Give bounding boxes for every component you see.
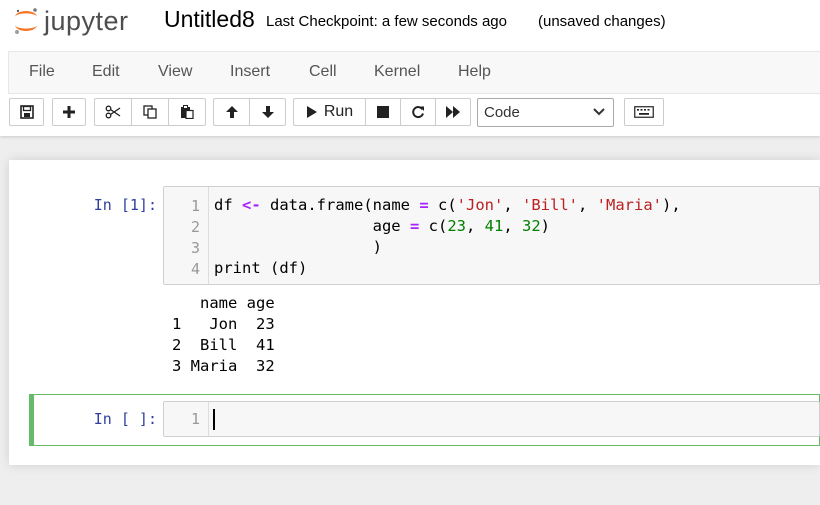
menu-edit[interactable]: Edit [92,52,120,93]
restart-button[interactable] [400,98,436,126]
run-all-button[interactable] [435,98,471,126]
run-button[interactable]: Run [293,98,366,126]
jupyter-logo-icon [15,8,37,34]
code-line: print (df) [214,259,308,277]
checkpoint-status: Last Checkpoint: a few seconds ago [266,13,507,30]
arrow-down-icon [261,106,274,118]
code-input-area[interactable]: 1 [163,401,820,437]
code-line: age = c(23, 41, 32) [214,217,551,235]
notebook-container: In [1]: 1 2 3 4 df <- data.frame(name = … [9,160,820,465]
menu-bar: File Edit View Insert Cell Kernel Help [8,51,820,94]
interrupt-button[interactable] [365,98,401,126]
paste-button[interactable] [168,98,206,126]
copy-button[interactable] [131,98,169,126]
move-up-button[interactable] [213,98,250,126]
menu-insert[interactable]: Insert [230,52,270,93]
text-cursor [213,409,215,430]
save-button[interactable] [9,98,44,126]
jupyter-logo[interactable]: jupyter [12,6,129,36]
output-line: 2 Bill 41 [172,336,275,354]
fast-forward-icon [446,106,460,118]
play-icon [306,106,317,118]
output-line: name age [172,294,275,312]
line-number-gutter: 1 [164,402,209,436]
stop-icon [377,106,389,118]
move-down-button[interactable] [249,98,286,126]
code-input-area[interactable]: 1 2 3 4 df <- data.frame(name = c('Jon',… [163,186,820,285]
menu-file[interactable]: File [29,52,55,93]
run-label: Run [323,103,354,120]
line-number: 2 [190,218,200,236]
save-icon [19,105,34,119]
command-palette-button[interactable] [624,98,664,126]
cell-type-select[interactable]: Code [477,98,614,127]
code-line: ) [214,238,382,256]
menu-help[interactable]: Help [458,52,491,93]
output-line: 1 Jon 23 [172,315,275,333]
toolbar: Run [0,96,820,130]
notebook-name[interactable]: Untitled8 [164,6,255,33]
cell-type-value: Code [484,104,520,121]
insert-cell-button[interactable] [52,98,86,126]
active-code-cell[interactable]: In [ ]: 1 [29,394,820,446]
paste-icon [181,105,194,119]
notebook-header: jupyter Untitled8 Last Checkpoint: a few… [0,0,820,136]
copy-icon [143,105,157,119]
menu-view[interactable]: View [158,52,192,93]
chevron-down-icon [593,108,605,116]
line-number-gutter: 1 2 3 4 [164,187,209,284]
line-number: 3 [190,239,200,257]
line-number: 4 [190,260,200,278]
line-number: 1 [190,197,200,215]
keyboard-icon [634,106,654,118]
arrow-up-icon [225,106,238,118]
restart-icon [412,106,424,118]
menu-kernel[interactable]: Kernel [374,52,420,93]
line-number: 1 [190,410,200,428]
jupyter-logo-text: jupyter [44,5,129,36]
menu-cell[interactable]: Cell [309,52,337,93]
cut-button[interactable] [94,98,132,126]
autosave-status: (unsaved changes) [538,13,666,30]
output-line: 3 Maria 32 [172,357,275,375]
cell-prompt: In [ ]: [93,410,157,428]
cell-prompt: In [1]: [93,196,157,214]
code-line: df <- data.frame(name = c('Jon', 'Bill',… [214,196,681,214]
scissors-icon [105,105,121,119]
plus-icon [63,106,75,118]
